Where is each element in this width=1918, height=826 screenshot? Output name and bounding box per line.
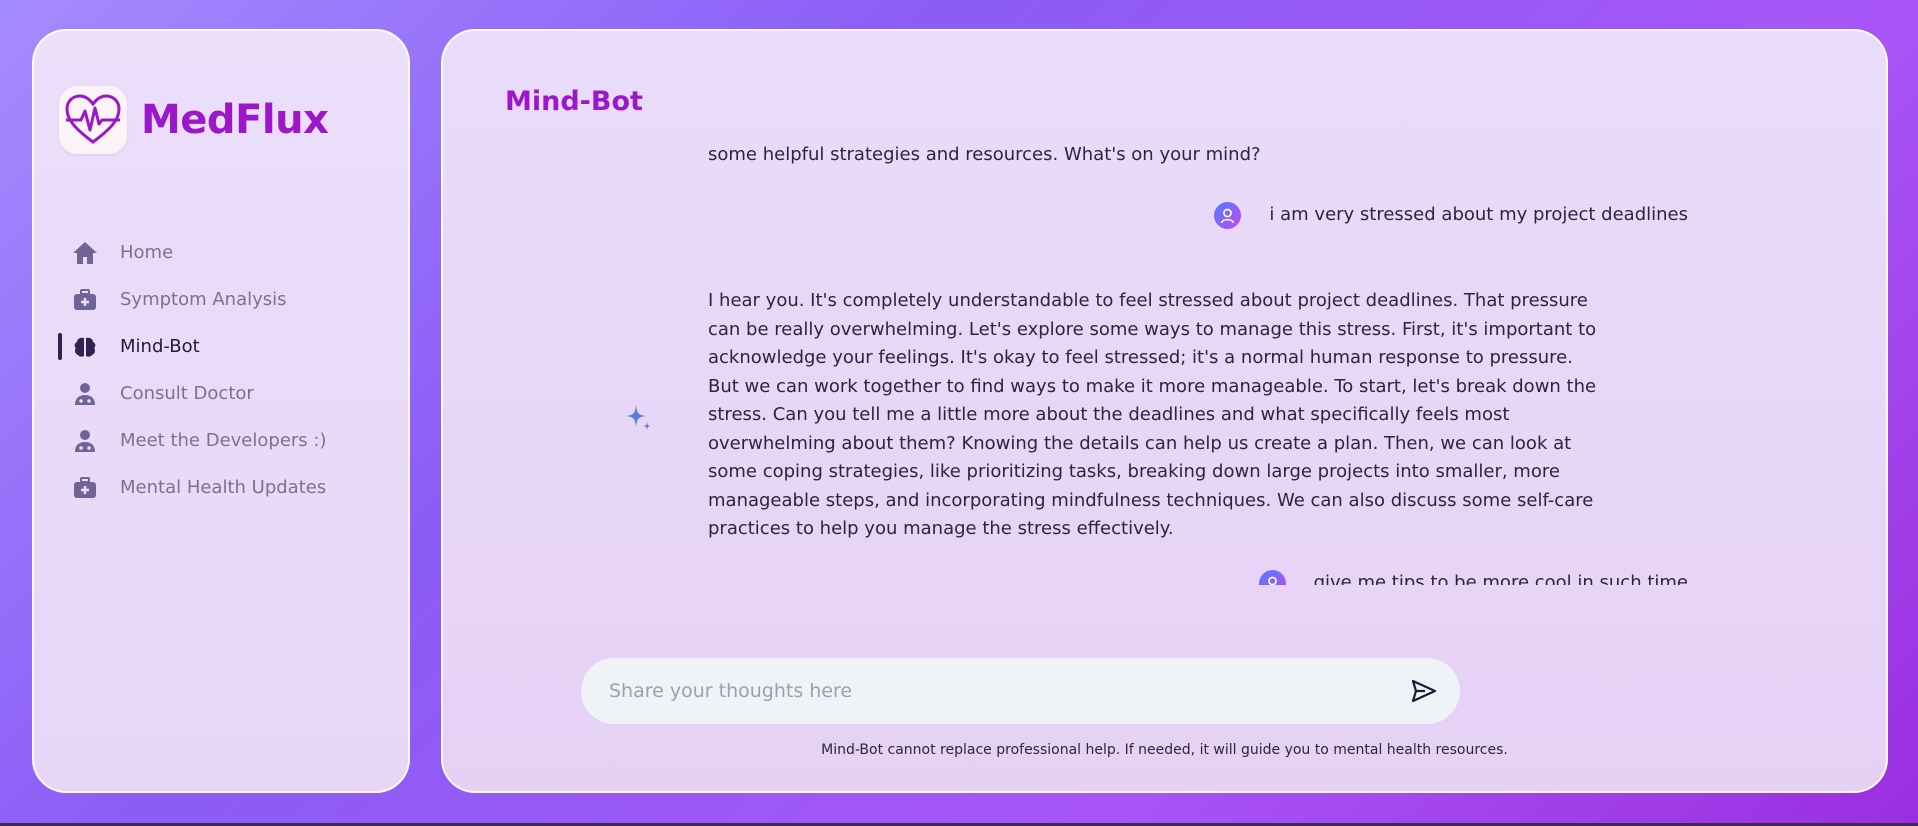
user-avatar-icon [1214,201,1242,229]
sidebar-item-label: Home [120,242,174,263]
user-message: i am very stressed about my project dead… [1214,201,1688,230]
doctor-icon [72,381,98,407]
brand-name: MedFlux [141,97,329,143]
brand[interactable]: MedFlux [59,86,329,154]
home-icon [72,240,98,266]
sidebar-item-mind-bot[interactable]: Mind-Bot [34,323,408,370]
developer-icon [72,428,98,454]
chat-panel: Mind-Bot some helpful strategies and res… [441,29,1888,793]
user-message: give me tips to be more cool in such tim… [1258,569,1688,585]
bot-message: some helpful strategies and resources. W… [708,144,1261,165]
sidebar-item-home[interactable]: Home [34,229,408,276]
message-input-bar [581,658,1460,724]
brain-icon [72,334,98,360]
medical-kit-icon [72,287,98,313]
sidebar-item-label: Symptom Analysis [120,289,287,310]
disclaimer-text: Mind-Bot cannot replace professional hel… [821,742,1508,758]
sidebar-item-label: Meet the Developers :) [120,430,327,451]
sidebar-item-label: Mind-Bot [120,336,200,357]
sidebar-nav: Home Symptom Analysis Mind-Bot Consult D… [34,229,408,511]
user-avatar-icon [1258,569,1286,585]
sidebar-item-mental-health-updates[interactable]: Mental Health Updates [34,464,408,511]
chat-history[interactable]: some helpful strategies and resources. W… [588,139,1688,585]
sidebar: MedFlux Home Symptom Analysis Mind-Bot C… [32,29,410,793]
sidebar-item-consult-doctor[interactable]: Consult Doctor [34,370,408,417]
medical-kit-icon [72,475,98,501]
sidebar-item-symptom-analysis[interactable]: Symptom Analysis [34,276,408,323]
sparkle-icon [624,403,654,437]
bot-message: I hear you. It's completely understandab… [708,290,1597,539]
sidebar-item-label: Mental Health Updates [120,477,327,498]
user-message-text: i am very stressed about my project dead… [1269,204,1688,225]
sidebar-item-meet-developers[interactable]: Meet the Developers :) [34,417,408,464]
page-title: Mind-Bot [505,86,643,117]
send-icon[interactable] [1410,677,1438,705]
message-input[interactable] [609,658,1389,724]
heart-pulse-icon [59,86,127,154]
sidebar-item-label: Consult Doctor [120,383,254,404]
user-message-text: give me tips to be more cool in such tim… [1313,572,1688,585]
